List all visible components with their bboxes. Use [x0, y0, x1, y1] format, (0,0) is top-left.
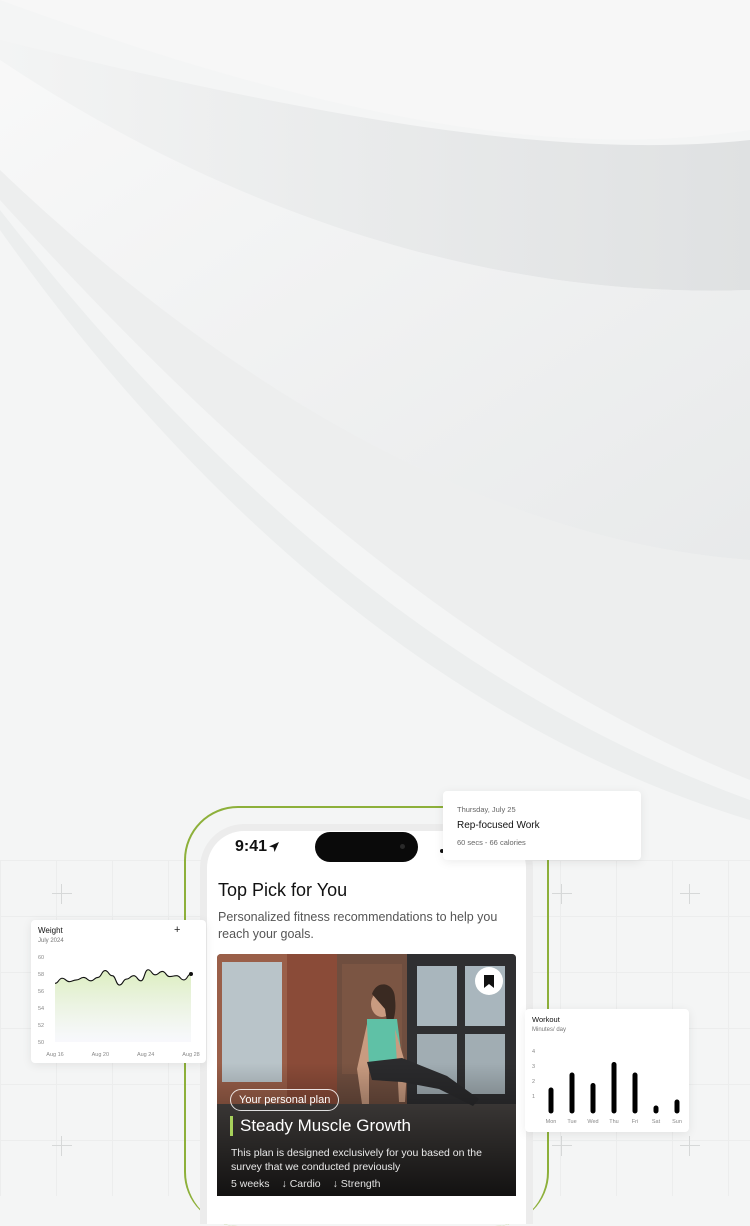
plus-mark	[680, 884, 700, 904]
workout-x-tick-label: Tue	[567, 1119, 576, 1125]
plan-title: Steady Muscle Growth	[230, 1116, 411, 1136]
plan-tag-cardio: ↓ Cardio	[282, 1178, 321, 1190]
notification-date: Thursday, July 25	[457, 805, 516, 814]
workout-chart: 1 2 3 4 Mon Tue Wed Thu Fri Sat Sun	[525, 1009, 689, 1132]
workout-y-tick-label: 1	[532, 1094, 535, 1100]
section-title: Top Pick for You	[218, 880, 347, 901]
notification-title: Rep-focused Work	[457, 820, 540, 831]
weight-widget: Weight July 2024 + 505254565860Aug 16Aug…	[31, 920, 206, 1063]
weight-x-tick-label: Aug 16	[46, 1052, 63, 1058]
bookmark-button[interactable]	[475, 967, 503, 995]
plan-badge: Your personal plan	[230, 1089, 339, 1111]
workout-x-tick-label: Fri	[632, 1119, 638, 1125]
camera-dot	[400, 844, 405, 849]
plus-mark	[52, 1136, 72, 1156]
plan-duration: 5 weeks	[231, 1178, 270, 1190]
workout-widget: Workout Minutes/ day 1234MonTueWedThuFri…	[525, 1009, 689, 1132]
plan-meta: 5 weeks ↓ Cardio ↓ Strength	[231, 1178, 381, 1190]
bookmark-icon	[483, 974, 495, 989]
plus-mark	[552, 884, 572, 904]
workout-x-tick-label: Sun	[672, 1119, 682, 1125]
section-subtitle: Personalized fitness recommendations to …	[218, 909, 513, 943]
workout-x-tick-label: Thu	[609, 1119, 618, 1125]
plan-card[interactable]: Your personal plan Steady Muscle Growth …	[217, 954, 516, 1196]
weight-x-tick-label: Aug 28	[182, 1052, 199, 1058]
weight-y-tick-label: 54	[38, 1006, 44, 1012]
plus-mark	[552, 1136, 572, 1156]
weight-x-tick-label: Aug 20	[92, 1052, 109, 1058]
workout-notification-card[interactable]: Thursday, July 25 Rep-focused Work 60 se…	[443, 791, 641, 860]
weight-y-tick-label: 60	[38, 955, 44, 961]
workout-x-tick-label: Mon	[546, 1119, 557, 1125]
plan-description: This plan is designed exclusively for yo…	[231, 1146, 501, 1174]
weight-x-tick-label: Aug 24	[137, 1052, 154, 1058]
weight-y-tick-label: 56	[38, 989, 44, 995]
plus-mark	[680, 1136, 700, 1156]
weight-area-fill	[55, 970, 191, 1042]
plus-mark	[52, 884, 72, 904]
notification-detail: 60 secs - 66 calories	[457, 838, 526, 847]
weight-y-tick-label: 58	[38, 972, 44, 978]
workout-y-tick-label: 3	[532, 1064, 535, 1070]
status-time: 9:41	[235, 838, 267, 856]
workout-x-tick-label: Wed	[587, 1119, 598, 1125]
workout-y-tick-label: 4	[532, 1049, 535, 1055]
workout-x-tick-label: Sat	[652, 1119, 661, 1125]
workout-y-tick-label: 2	[532, 1079, 535, 1085]
plan-tag-strength: ↓ Strength	[333, 1178, 381, 1190]
weight-y-tick-label: 50	[38, 1040, 44, 1046]
weight-y-tick-label: 52	[38, 1023, 44, 1029]
weight-chart: 50 52 54 56 58 60 Aug 16 Aug 20 Aug 24 Aug 28	[31, 920, 206, 1063]
weight-point	[189, 972, 193, 976]
location-arrow-icon	[268, 841, 280, 853]
